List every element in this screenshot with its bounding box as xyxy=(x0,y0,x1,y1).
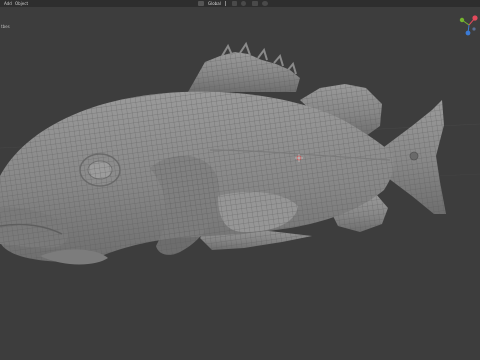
tail-spot xyxy=(409,151,419,161)
axis-gizmo-icon[interactable] xyxy=(458,14,480,36)
3d-viewport[interactable]: Add Object Global tbes xyxy=(0,0,480,360)
fish-body-group xyxy=(0,41,446,265)
fish-mesh[interactable] xyxy=(0,0,480,360)
